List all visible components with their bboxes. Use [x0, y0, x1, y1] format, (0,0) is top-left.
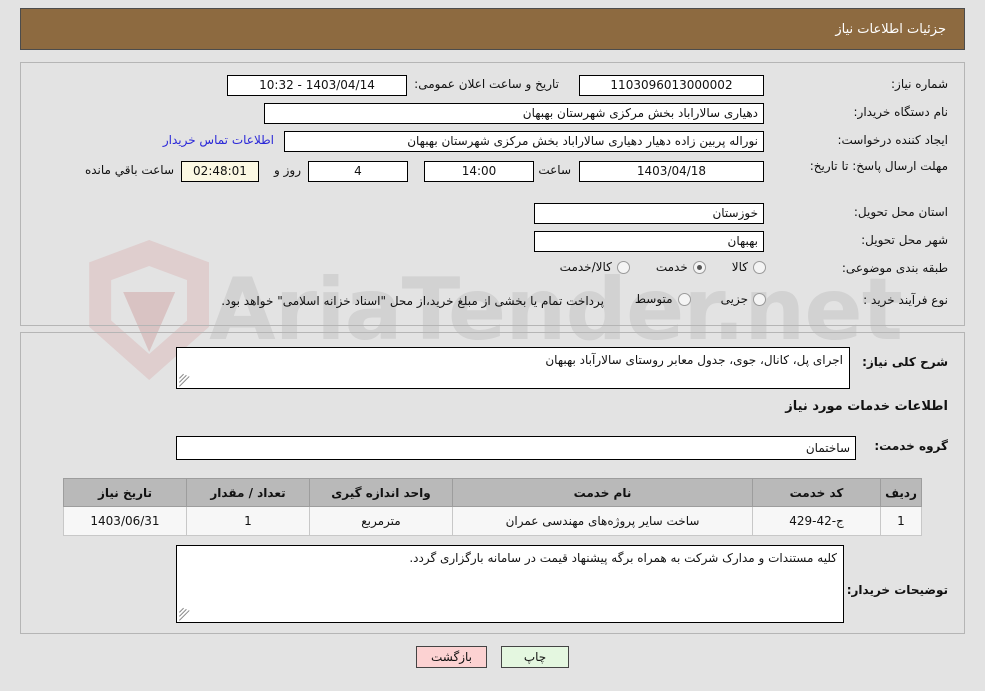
process-option-motevaset[interactable]: متوسط: [635, 292, 691, 306]
resize-handle-icon[interactable]: [179, 607, 191, 621]
buyer-notes-textarea[interactable]: کلیه مستندات و مدارک شرکت به همراه برگه …: [176, 545, 844, 623]
city-label-row: شهر محل تحویل:: [861, 233, 948, 248]
buyer-contact-link-row[interactable]: اطلاعات تماس خریدار: [163, 133, 274, 147]
cell-quantity: 1: [186, 506, 310, 536]
col-code: کد خدمت: [752, 478, 881, 507]
service-group-label-row: گروه خدمت:: [874, 439, 948, 454]
col-index: ردیف: [880, 478, 922, 507]
buyer-notes-label-row: توضیحات خریدار:: [847, 583, 948, 598]
services-panel: شرح کلی نیاز: اجرای پل، کانال، جوی، جدول…: [20, 332, 965, 634]
cell-unit: مترمربع: [309, 506, 453, 536]
process-type-radio-group: جزیی متوسط: [635, 292, 766, 306]
cell-index: 1: [880, 506, 922, 536]
buyer-org-value: دهیاری سالاراباد بخش مرکزی شهرستان بهبها…: [264, 103, 764, 124]
process-type-note-row: پرداخت تمام یا بخشی از مبلغ خرید،از محل …: [221, 294, 604, 308]
print-button[interactable]: چاپ: [501, 646, 569, 668]
radio-icon[interactable]: [616, 260, 630, 274]
col-quantity: تعداد / مقدار: [186, 478, 310, 507]
page-header: جزئیات اطلاعات نیاز: [20, 8, 965, 50]
category-label-row: طبقه بندی موضوعی:: [842, 261, 948, 276]
table-row: 1 ج-42-429 ساخت سایر پروژه‌های مهندسی عم…: [63, 506, 922, 536]
service-group-value[interactable]: ساختمان: [176, 436, 856, 460]
general-description-label-row: شرح کلی نیاز:: [862, 355, 948, 370]
city-label: شهر محل تحویل:: [861, 233, 948, 247]
page-title: جزئیات اطلاعات نیاز: [835, 21, 946, 37]
category-option-khedmat[interactable]: خدمت: [656, 260, 706, 274]
need-number-label-row: شماره نیاز:: [768, 77, 948, 92]
remaining-days-suffix: روز و: [274, 163, 301, 177]
buyer-notes-label: توضیحات خریدار:: [846, 583, 948, 597]
category-label: طبقه بندی موضوعی:: [841, 261, 948, 275]
process-option-label: جزیی: [720, 292, 748, 306]
deadline-label: مهلت ارسال پاسخ: تا تاریخ:: [809, 159, 948, 173]
countdown-suffix-row: ساعت باقي مانده: [85, 163, 174, 177]
category-option-label: کالا/خدمت: [559, 260, 612, 274]
buyer-org-label: نام دستگاه خریدار:: [853, 105, 949, 119]
deadline-label-row: مهلت ارسال پاسخ: تا تاریخ:: [770, 159, 948, 174]
countdown-timer-value: 02:48:01: [181, 161, 259, 182]
buyer-contact-link[interactable]: اطلاعات تماس خریدار: [163, 133, 274, 147]
col-need-date: تاریخ نیاز: [63, 478, 187, 507]
radio-icon[interactable]: [692, 260, 706, 274]
province-label-row: استان محل تحویل:: [854, 205, 948, 220]
cell-code: ج-42-429: [752, 506, 881, 536]
service-group-label: گروه خدمت:: [874, 439, 948, 453]
city-value: بهبهان: [534, 231, 764, 252]
countdown-suffix: ساعت باقي مانده: [84, 163, 174, 177]
category-option-label: خدمت: [655, 260, 688, 274]
remaining-days-suffix-row: روز و: [274, 163, 301, 177]
general-description-textarea[interactable]: اجرای پل، کانال، جوی، جدول معابر روستای …: [176, 347, 850, 389]
deadline-time-label: ساعت: [538, 163, 571, 177]
process-option-label: متوسط: [634, 292, 673, 306]
need-number-value: 1103096013000002: [579, 75, 764, 96]
process-option-jozei[interactable]: جزیی: [721, 292, 766, 306]
radio-icon[interactable]: [753, 292, 766, 306]
cell-need-date: 1403/06/31: [63, 506, 187, 536]
process-type-label: نوع فرآیند خرید :: [863, 293, 948, 307]
category-option-kala[interactable]: کالا: [732, 260, 766, 274]
province-value: خوزستان: [534, 203, 764, 224]
general-description-value: اجرای پل، کانال، جوی، جدول معابر روستای …: [545, 353, 843, 367]
category-option-label: کالا: [731, 260, 748, 274]
need-number-label: شماره نیاز:: [891, 77, 948, 91]
cell-name: ساخت سایر پروژه‌های مهندسی عمران: [452, 506, 753, 536]
buyer-org-label-row: نام دستگاه خریدار:: [854, 105, 949, 120]
table-header-row: ردیف کد خدمت نام خدمت واحد اندازه گیری ت…: [63, 478, 922, 507]
radio-icon[interactable]: [677, 292, 691, 306]
process-type-label-row: نوع فرآیند خرید :: [863, 293, 948, 308]
resize-handle-icon[interactable]: [179, 373, 191, 387]
deadline-time-label-row: ساعت: [538, 163, 571, 177]
col-name: نام خدمت: [452, 478, 753, 507]
col-unit: واحد اندازه گیری: [309, 478, 453, 507]
general-description-label: شرح کلی نیاز:: [862, 355, 948, 369]
deadline-date-value: 1403/04/18: [579, 161, 764, 182]
requester-label: ایجاد کننده درخواست:: [837, 133, 948, 147]
back-button[interactable]: بازگشت: [416, 646, 487, 668]
process-type-note: پرداخت تمام یا بخشی از مبلغ خرید،از محل …: [221, 294, 604, 308]
category-option-kala-khedmat[interactable]: کالا/خدمت: [560, 260, 630, 274]
requester-value: نوراله پربین زاده دهیار دهیاری سالاراباد…: [284, 131, 764, 152]
services-table: ردیف کد خدمت نام خدمت واحد اندازه گیری ت…: [63, 478, 922, 536]
need-info-panel: شماره نیاز: 1103096013000002 تاریخ و ساع…: [20, 62, 965, 326]
services-table-wrapper: ردیف کد خدمت نام خدمت واحد اندازه گیری ت…: [63, 478, 922, 536]
radio-icon[interactable]: [753, 260, 766, 274]
announce-datetime-value: 1403/04/14 - 10:32: [227, 75, 407, 96]
services-heading: اطلاعات خدمات مورد نیاز: [785, 399, 948, 414]
buyer-notes-value: کلیه مستندات و مدارک شرکت به همراه برگه …: [409, 551, 837, 565]
category-radio-group: کالا خدمت کالا/خدمت: [560, 260, 766, 274]
announce-datetime-label: تاریخ و ساعت اعلان عمومی:: [414, 77, 559, 91]
deadline-time-value: 14:00: [424, 161, 534, 182]
requester-label-row: ایجاد کننده درخواست:: [837, 133, 948, 148]
remaining-days-value: 4: [308, 161, 408, 182]
action-button-bar: بازگشت چاپ: [0, 646, 985, 668]
province-label: استان محل تحویل:: [853, 205, 948, 219]
announce-datetime-label-row: تاریخ و ساعت اعلان عمومی:: [414, 77, 559, 92]
